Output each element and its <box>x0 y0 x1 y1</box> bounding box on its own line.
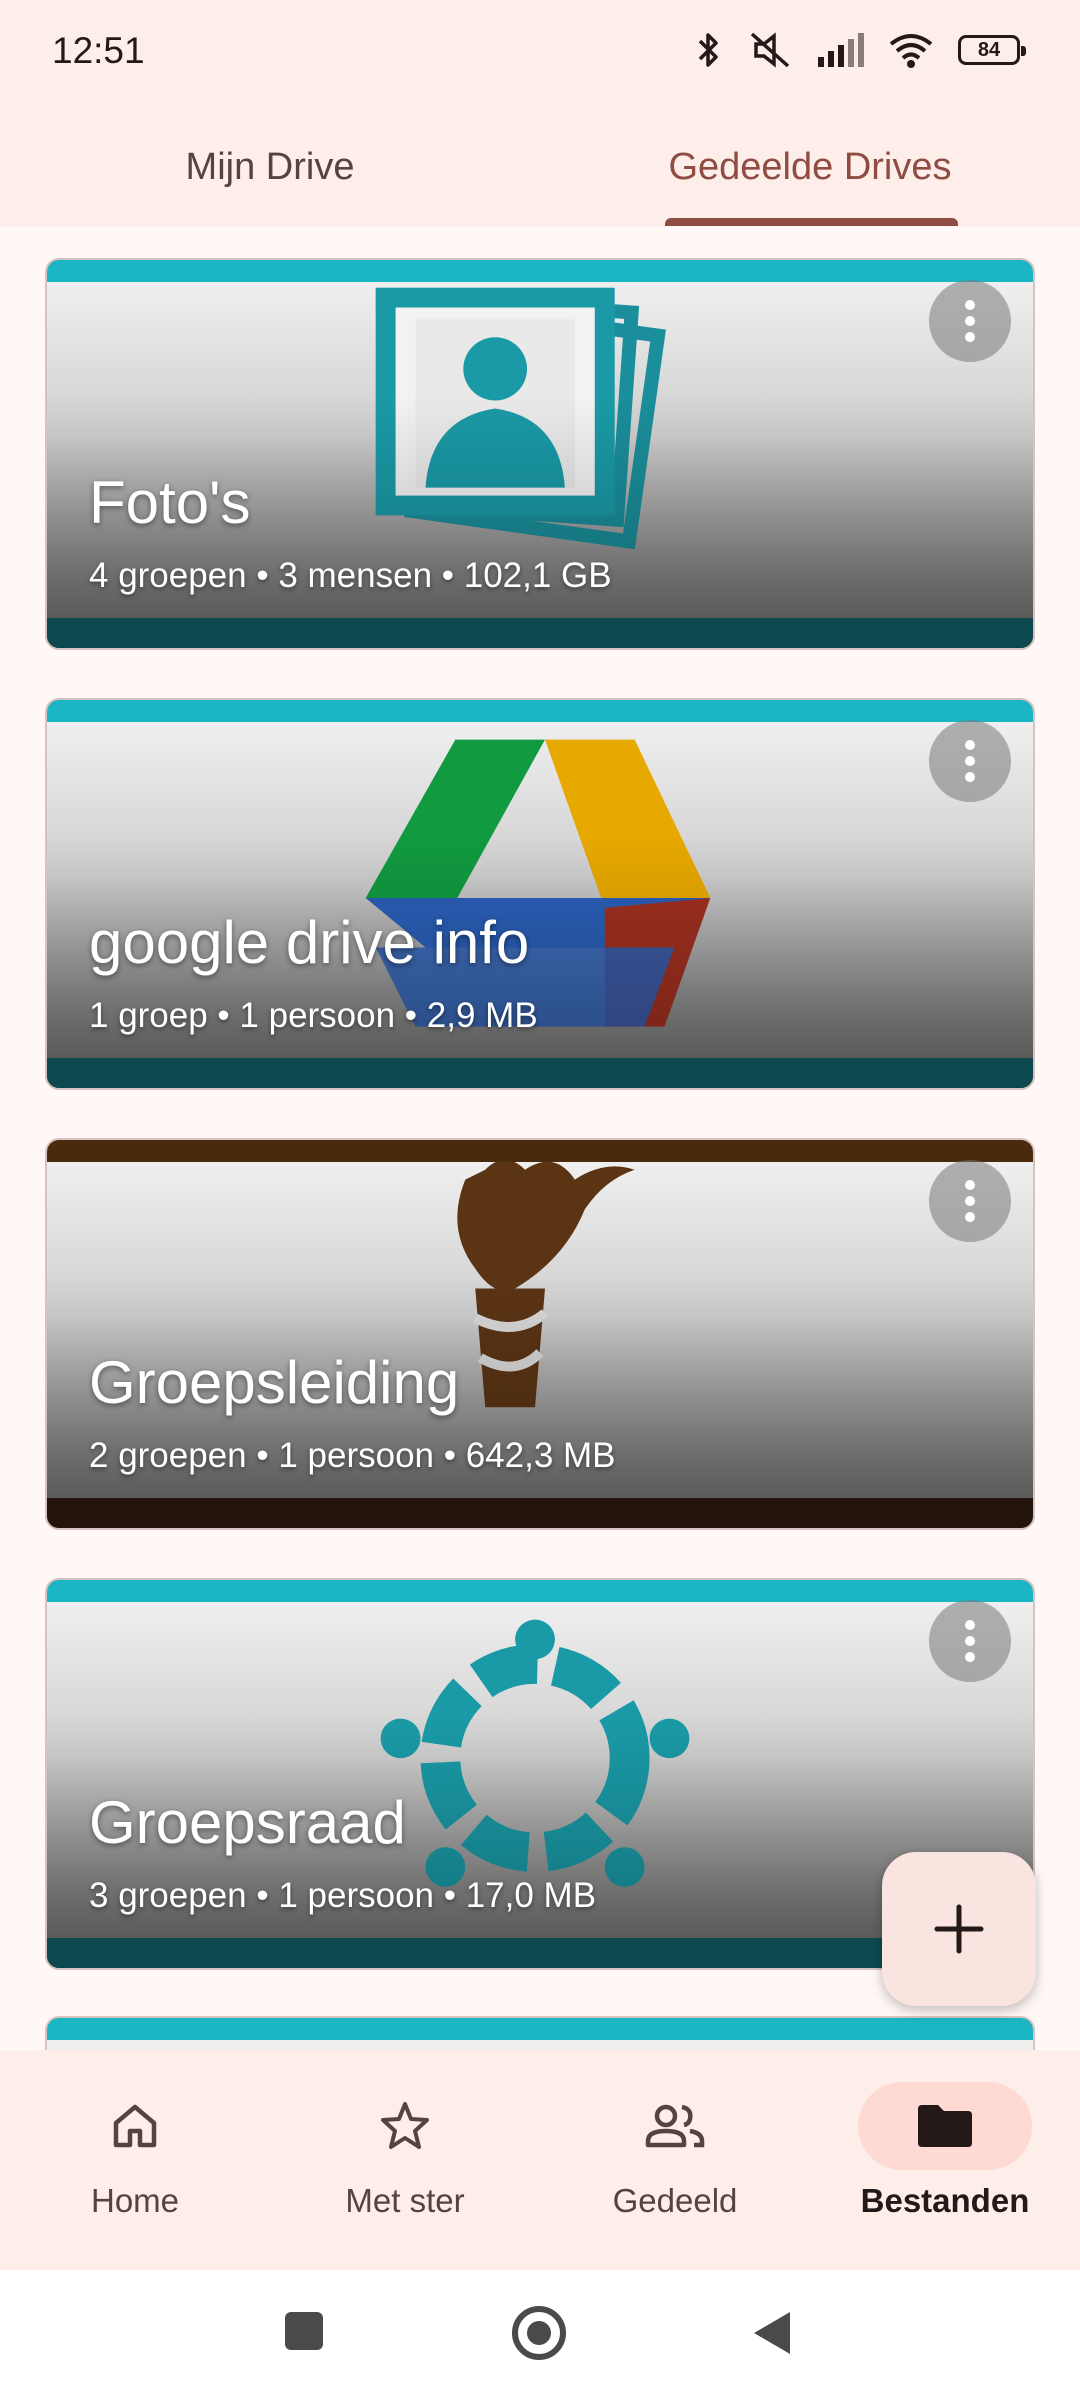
more-options-button[interactable] <box>929 1160 1011 1242</box>
nav-label: Gedeeld <box>612 2182 738 2219</box>
recents-icon <box>285 2312 323 2350</box>
card-top-band <box>47 260 1033 282</box>
more-options-button[interactable] <box>929 280 1011 362</box>
tab-indicator <box>665 218 958 226</box>
mute-icon <box>748 30 792 70</box>
more-vert-icon <box>965 1180 975 1222</box>
plus-icon <box>934 1904 984 1954</box>
bluetooth-icon <box>694 30 724 70</box>
drive-meta: 3 groepen • 1 persoon • 17,0 MB <box>89 1876 597 1915</box>
drive-card-groepsleiding[interactable]: Groepsleiding 2 groepen • 1 persoon • 64… <box>45 1138 1035 1530</box>
more-vert-icon <box>965 740 975 782</box>
card-top-band <box>47 1580 1033 1602</box>
drive-title: Groepsleiding <box>89 1349 460 1416</box>
signal-icon <box>816 33 864 67</box>
drive-card-partial[interactable] <box>45 2016 1035 2050</box>
bottom-navigation: Home Met ster Gedeeld Bestanden <box>0 2050 1080 2270</box>
battery-level: 84 <box>977 38 1001 61</box>
card-top-band <box>47 1140 1033 1162</box>
more-options-button[interactable] <box>929 1600 1011 1682</box>
status-icons: 84 <box>694 30 1026 70</box>
star-icon <box>381 2102 429 2149</box>
drive-card-fotos[interactable]: Foto's 4 groepen • 3 mensen • 102,1 GB <box>45 258 1035 650</box>
tab-gedeelde-drives[interactable]: Gedeelde Drives <box>540 108 1080 226</box>
drive-meta: 4 groepen • 3 mensen • 102,1 GB <box>89 556 612 595</box>
tab-mijn-drive[interactable]: Mijn Drive <box>0 108 540 226</box>
home-icon <box>113 2104 157 2148</box>
drive-card-google-drive-info[interactable]: google drive info 1 groep • 1 persoon • … <box>45 698 1035 1090</box>
nav-label: Met ster <box>345 2182 465 2219</box>
drive-meta: 1 groep • 1 persoon • 2,9 MB <box>89 996 538 1035</box>
more-vert-icon <box>965 1620 975 1662</box>
tab-label: Gedeelde Drives <box>668 145 952 188</box>
drive-tabs: Mijn Drive Gedeelde Drives <box>0 108 1080 226</box>
nav-icon-container <box>48 2082 222 2170</box>
folder-icon <box>918 2105 972 2147</box>
wifi-icon <box>888 32 934 68</box>
card-bottom-band <box>47 618 1033 648</box>
new-button[interactable] <box>882 1852 1036 2006</box>
card-top-band <box>47 700 1033 722</box>
nav-icon-container <box>588 2082 762 2170</box>
home-system-button[interactable] <box>511 2305 567 2366</box>
people-icon <box>645 2104 705 2148</box>
status-time: 12:51 <box>52 30 145 71</box>
card-bottom-band <box>47 1498 1033 1528</box>
nav-label: Home <box>90 2182 180 2219</box>
back-icon <box>754 2312 790 2354</box>
drive-title: google drive info <box>89 909 530 976</box>
card-bottom-band <box>47 1058 1033 1088</box>
more-options-button[interactable] <box>929 720 1011 802</box>
nav-home[interactable]: Home <box>0 2050 270 2270</box>
nav-label: Bestanden <box>860 2182 1030 2219</box>
drive-title: Foto's <box>89 469 251 536</box>
shared-drive-list[interactable]: Foto's 4 groepen • 3 mensen • 102,1 GB g… <box>0 226 1080 2050</box>
nav-icon-container <box>858 2082 1032 2170</box>
tab-label: Mijn Drive <box>185 145 355 188</box>
system-navigation-bar <box>0 2270 1080 2400</box>
battery-icon: 84 <box>958 35 1026 65</box>
status-bar: 12:51 84 <box>0 0 1080 108</box>
back-button[interactable] <box>752 2310 792 2361</box>
home-circle-icon <box>512 2306 566 2360</box>
recents-button[interactable] <box>283 2310 325 2357</box>
drive-meta: 2 groepen • 1 persoon • 642,3 MB <box>89 1436 616 1475</box>
more-vert-icon <box>965 300 975 342</box>
nav-icon-container <box>318 2082 492 2170</box>
nav-gedeeld[interactable]: Gedeeld <box>540 2050 810 2270</box>
drive-title: Groepsraad <box>89 1789 406 1856</box>
nav-bestanden[interactable]: Bestanden <box>810 2050 1080 2270</box>
nav-met-ster[interactable]: Met ster <box>270 2050 540 2270</box>
